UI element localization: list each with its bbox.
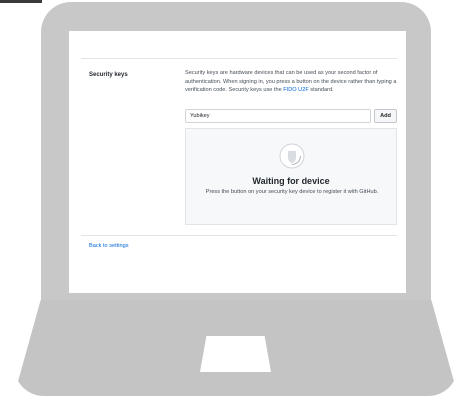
waiting-text: Press the button on your security key de… — [205, 189, 379, 195]
section-divider-bottom — [81, 235, 397, 236]
add-button[interactable]: Add — [374, 109, 397, 123]
laptop-screen: Security keys Security keys are hardware… — [69, 31, 406, 293]
waiting-title: Waiting for device — [252, 176, 330, 186]
key-name-row: Add — [185, 109, 397, 123]
back-to-settings-link[interactable]: Back to settings — [89, 243, 129, 249]
fido-u2f-link[interactable]: FIDO U2F — [283, 87, 308, 93]
description-end: standard. — [308, 87, 334, 94]
corner-mark — [0, 0, 42, 3]
section-description: Security keys are hardware devices that … — [185, 69, 397, 95]
waiting-panel: Waiting for device Press the button on y… — [185, 128, 397, 225]
security-key-icon — [279, 143, 305, 169]
section-divider — [81, 58, 397, 59]
laptop-trackpad — [200, 336, 271, 372]
section-title: Security keys — [89, 72, 128, 78]
key-name-input[interactable] — [185, 109, 371, 123]
